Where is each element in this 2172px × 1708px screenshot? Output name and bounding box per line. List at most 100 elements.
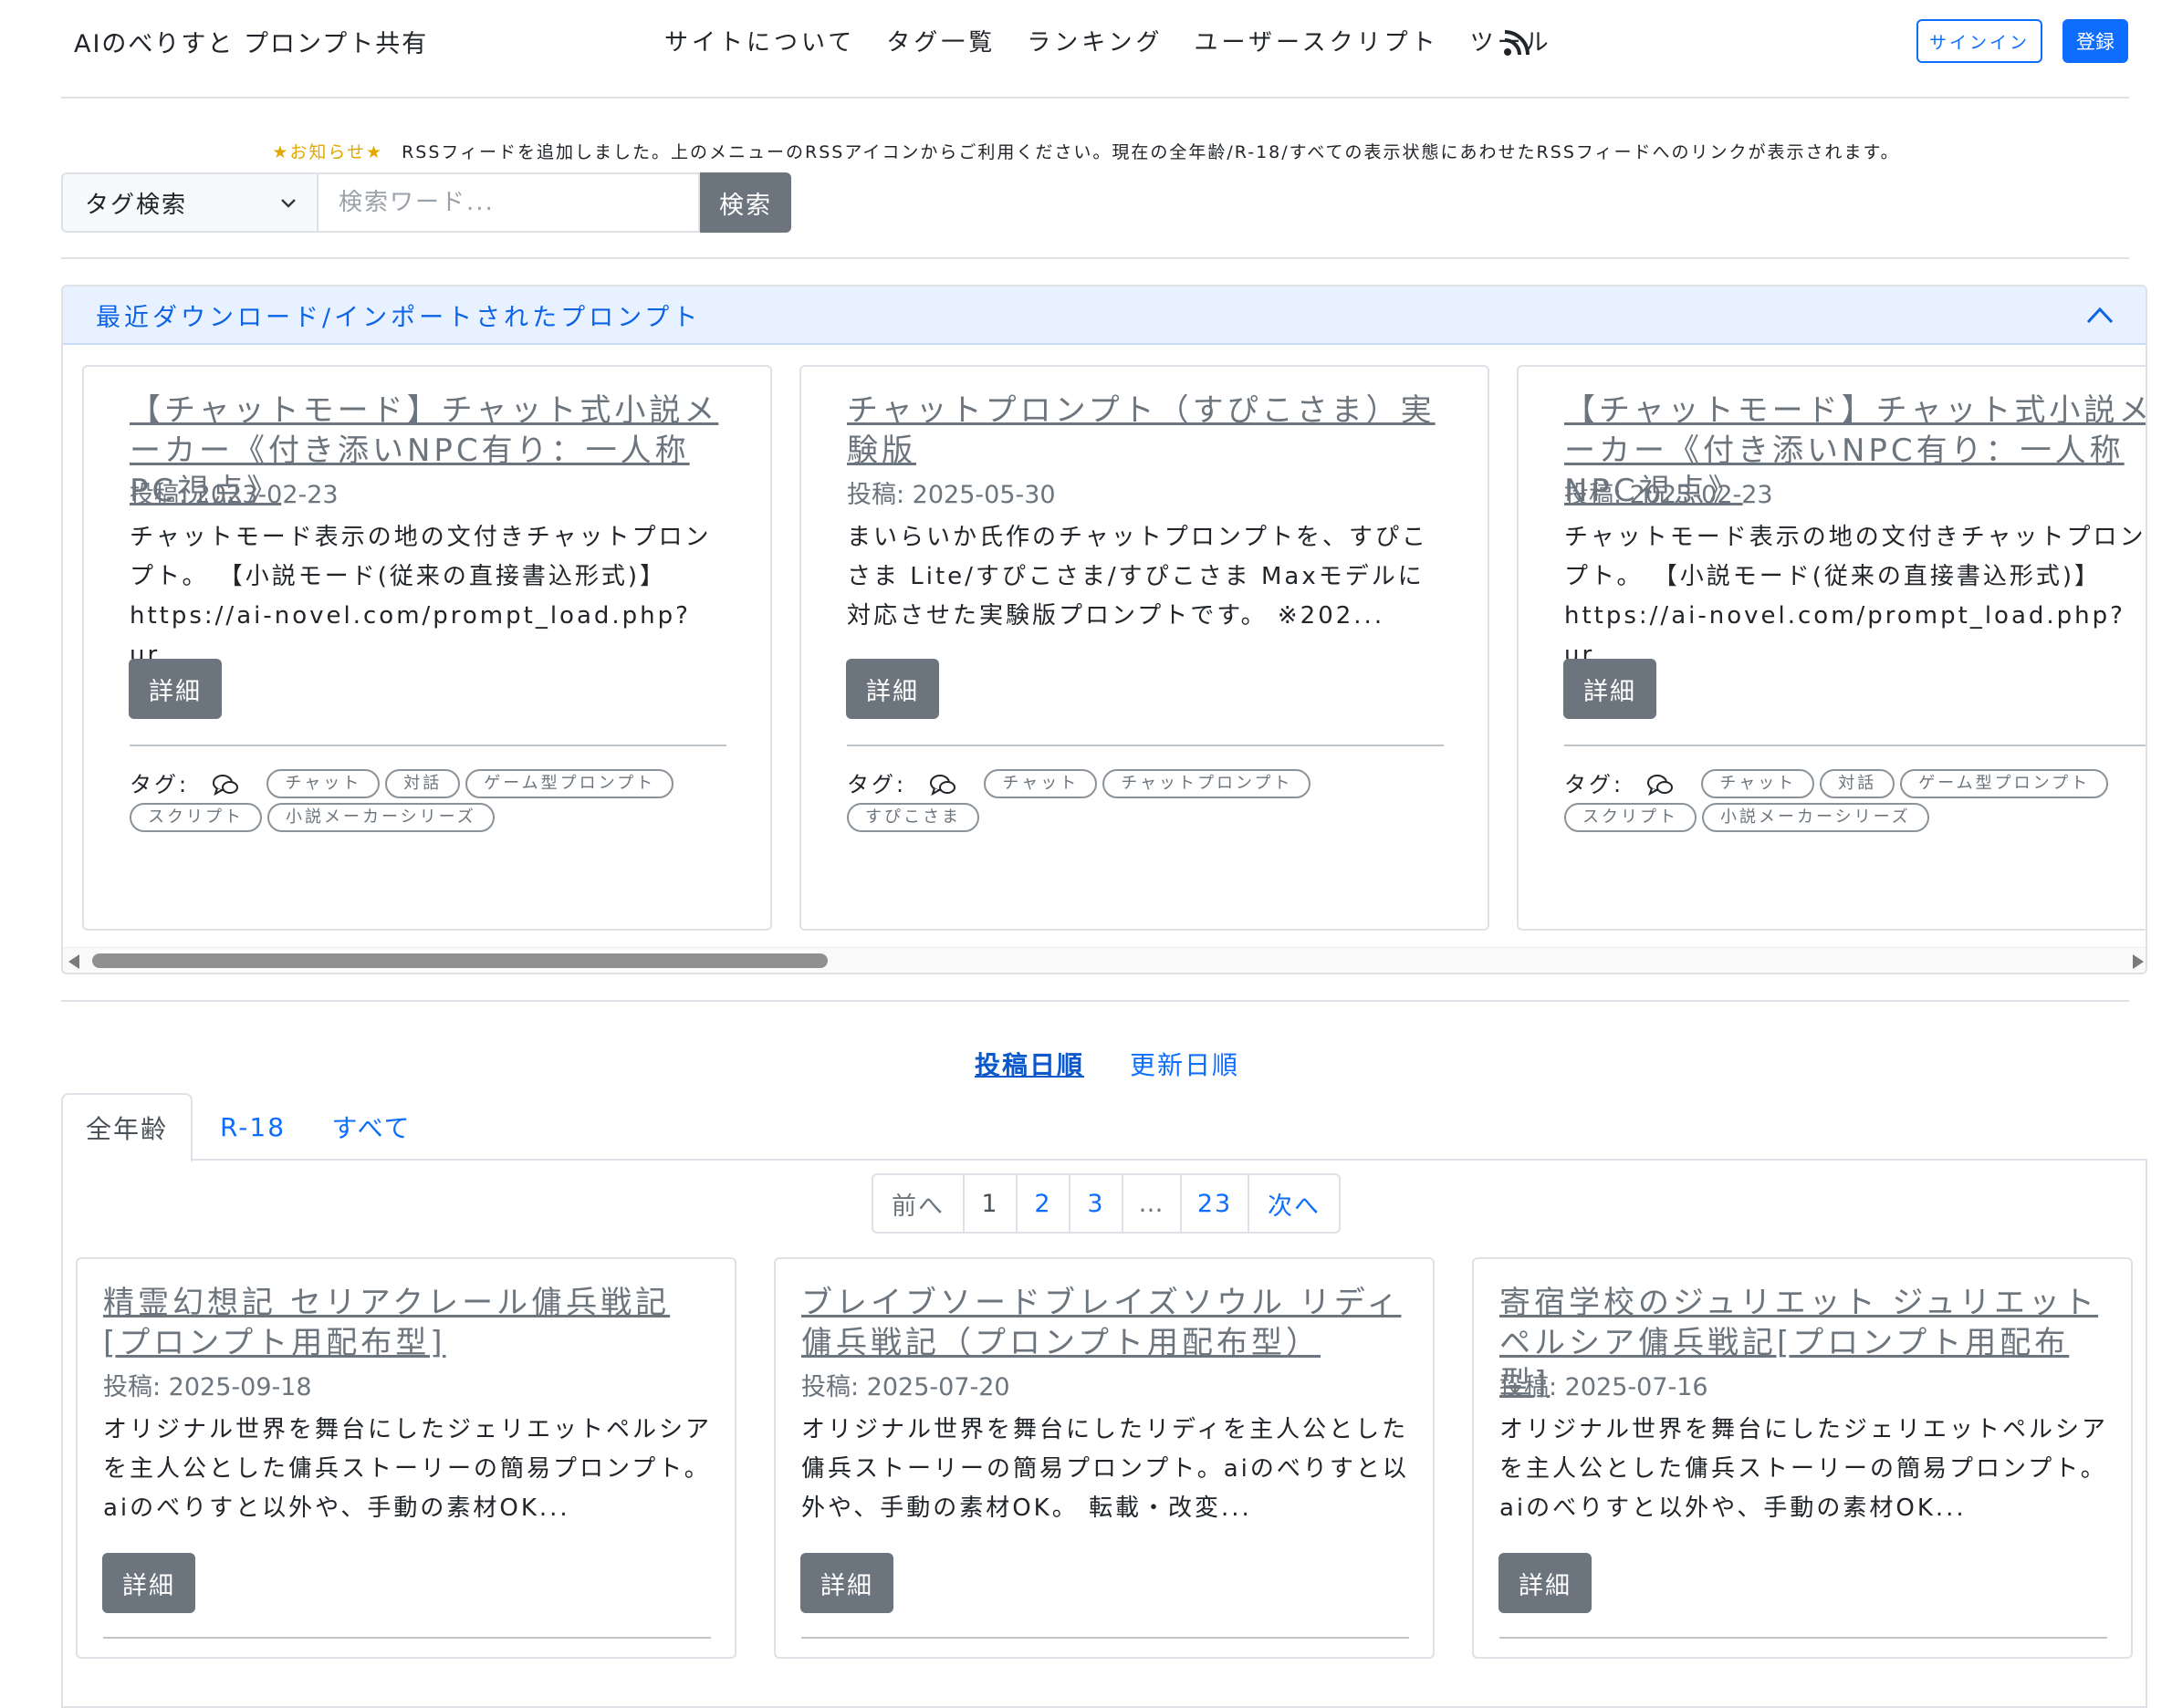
prompt-date: 投稿: 2025-09-18 [103,1373,312,1401]
register-button[interactable]: 登録 [2062,19,2128,63]
tab-r18[interactable]: R-18 [207,1093,298,1161]
tag-chip[interactable]: チャット [1701,769,1815,798]
tag-chip[interactable]: すぴこさま [847,803,979,832]
prompt-card: 精霊幻想記 セリアクレール傭兵戦記[プロンプト用配布型] 投稿: 2025-09… [76,1257,736,1659]
prompt-card: 【チャットモード】チャット式小説メーカー《付き添いNPC有り：一人称PC視点》 … [82,365,772,931]
prompt-date: 投稿: 2025-07-20 [801,1373,1010,1401]
nav-tags[interactable]: タグ一覧 [886,24,996,57]
pager-ellipsis: … [1123,1175,1182,1232]
tag-chip[interactable]: 小説メーカーシリーズ [267,803,495,832]
accordion-title: 最近ダウンロード/インポートされたプロンプト [96,303,702,332]
tag-list: タグ: チャット チャットプロンプトすぴこさま [847,768,1449,836]
prompt-description: オリジナル世界を舞台にしたリディを主人公とした傭兵ストーリーの簡易プロンプト。a… [801,1416,1409,1522]
prompt-description: オリジナル世界を舞台にしたジェリエットペルシアを主人公とした傭兵ストーリーの簡易… [1499,1416,2109,1522]
prompt-title-link[interactable]: 精霊幻想記 セリアクレール傭兵戦記[プロンプト用配布型] [103,1283,715,1363]
pager-page[interactable]: 3 [1070,1175,1123,1232]
header-divider [61,97,2129,99]
chat-bubbles-icon [929,775,955,797]
prompt-date: 投稿: 2025-07-16 [1499,1373,1708,1401]
nav-about[interactable]: サイトについて [664,24,855,57]
tag-label: タグ: [847,772,907,797]
tag-list: タグ: チャット 対話 ゲーム型プロンプトスクリプト 小説メーカーシリーズ [1564,768,2146,836]
detail-button[interactable]: 詳細 [102,1553,195,1613]
prompt-date: 投稿: 2025-05-30 [847,481,1056,509]
scroll-right-arrow-icon[interactable] [2133,954,2144,969]
main-nav: サイトについて タグ一覧 ランキング ユーザースクリプト ツール [664,24,1583,57]
prompt-title-link[interactable]: ブレイブソードブレイズソウル リディ傭兵戦記（プロンプト用配布型） [801,1283,1413,1363]
prompt-description: チャットモード表示の地の文付きチャットプロンプト。 【小説モード(従来の直接書込… [1564,524,2146,669]
card-divider [801,1637,1409,1639]
tag-chip[interactable]: 対話 [385,769,461,798]
pager-prev[interactable]: 前へ [873,1175,965,1232]
horizontal-scrollbar[interactable] [63,947,2146,973]
tag-chip[interactable]: スクリプト [1564,803,1697,832]
tag-chip[interactable]: ゲーム型プロンプト [1900,769,2109,798]
prompt-card: 【チャットモード】チャット式小説メーカー《付き添いNPC有り：一人称NPC視点》… [1517,365,2146,931]
tab-all-ages[interactable]: 全年齢 [61,1093,193,1162]
site-header: AIのべりすと プロンプト共有 サイトについて タグ一覧 ランキング ユーザース… [0,0,2172,97]
tag-chip[interactable]: 小説メーカーシリーズ [1702,803,1929,832]
nav-ranking[interactable]: ランキング [1027,24,1163,57]
accordion-header[interactable]: 最近ダウンロード/インポートされたプロンプト [63,286,2146,345]
detail-button[interactable]: 詳細 [800,1553,893,1613]
prompt-title-link[interactable]: チャットプロンプト（すぴこさま）実験版 [847,391,1440,471]
prompt-description: オリジナル世界を舞台にしたジェリエットペルシアを主人公とした傭兵ストーリーの簡易… [103,1416,713,1522]
chat-bubbles-icon [1646,775,1673,797]
search-input[interactable] [317,172,700,233]
pager-next[interactable]: 次へ [1249,1175,1339,1232]
chat-bubbles-icon [212,775,238,797]
detail-button[interactable]: 詳細 [1498,1553,1592,1613]
chevron-down-icon [281,199,296,208]
prompt-description: チャットモード表示の地の文付きチャットプロンプト。 【小説モード(従来の直接書込… [130,524,712,669]
detail-button[interactable]: 詳細 [129,659,222,719]
scrollbar-thumb[interactable] [92,953,828,968]
pager-page[interactable]: 1 [965,1175,1018,1232]
pagination: 前へ 1 2 3 … 23 次へ [872,1173,1341,1234]
search-type-select[interactable]: タグ検索 [61,172,317,233]
detail-button[interactable]: 詳細 [846,659,939,719]
tag-chip[interactable]: スクリプト [130,803,262,832]
tag-label: タグ: [130,772,190,797]
card-divider [847,745,1444,746]
card-divider [1499,1637,2107,1639]
tag-list: タグ: チャット 対話 ゲーム型プロンプトスクリプト 小説メーカーシリーズ [130,768,732,836]
card-divider [1564,745,2146,746]
tag-chip[interactable]: 対話 [1820,769,1895,798]
tag-label: タグ: [1564,772,1624,797]
recent-cards-row[interactable]: 【チャットモード】チャット式小説メーカー《付き添いNPC有り：一人称PC視点》 … [82,365,2146,931]
recent-prompts-accordion: 最近ダウンロード/インポートされたプロンプト 【チャットモード】チャット式小説メ… [61,285,2147,974]
sort-by-posted[interactable]: 投稿日順 [975,1046,1084,1082]
tag-chip[interactable]: ゲーム型プロンプト [465,769,674,798]
pager-page[interactable]: 23 [1182,1175,1249,1232]
tag-chip[interactable]: チャットプロンプト [1102,769,1311,798]
prompt-date: 投稿: 2023-02-23 [1564,481,1773,509]
notice-text: RSSフィードを追加しました。上のメニューのRSSアイコンからご利用ください。現… [402,142,1900,162]
search-button[interactable]: 検索 [700,172,791,233]
scroll-left-arrow-icon[interactable] [68,954,79,969]
card-divider [103,1637,711,1639]
search-type-value: タグ検索 [85,191,188,219]
prompt-card: チャットプロンプト（すぴこさま）実験版 投稿: 2025-05-30 まいらいか… [799,365,1489,931]
tag-chip[interactable]: チャット [266,769,381,798]
tab-all[interactable]: すべて [317,1093,426,1161]
accordion-divider [61,1000,2129,1002]
site-brand[interactable]: AIのべりすと プロンプト共有 [74,24,428,59]
nav-userscript[interactable]: ユーザースクリプト [1194,24,1438,57]
rss-icon[interactable] [1503,29,1530,57]
signin-button[interactable]: サインイン [1916,19,2042,63]
notice-label: ★お知らせ★ [272,142,384,162]
card-divider [130,745,726,746]
rating-tabs: 全年齢 R-18 すべて [61,1093,2147,1162]
notice-bar: ★お知らせ★ RSSフィードを追加しました。上のメニューのRSSアイコンからご利用… [0,139,2172,163]
detail-button[interactable]: 詳細 [1563,659,1656,719]
sort-by-updated[interactable]: 更新日順 [1130,1046,1239,1082]
prompt-card: ブレイブソードブレイズソウル リディ傭兵戦記（プロンプト用配布型） 投稿: 20… [774,1257,1435,1659]
chevron-up-icon [2086,307,2114,324]
prompt-date: 投稿: 2023-02-23 [130,481,339,509]
search-divider [61,257,2129,259]
prompt-card: 寄宿学校のジュリエット ジュリエットペルシア傭兵戦記[プロンプト用配布型] 投稿… [1472,1257,2133,1659]
prompt-description: まいらいか氏作のチャットプロンプトを、すぴこさま Lite/すぴこさま/すぴこさ… [847,524,1428,630]
search-form: タグ検索 検索 [61,172,791,233]
pager-page[interactable]: 2 [1018,1175,1070,1232]
tag-chip[interactable]: チャット [984,769,1098,798]
